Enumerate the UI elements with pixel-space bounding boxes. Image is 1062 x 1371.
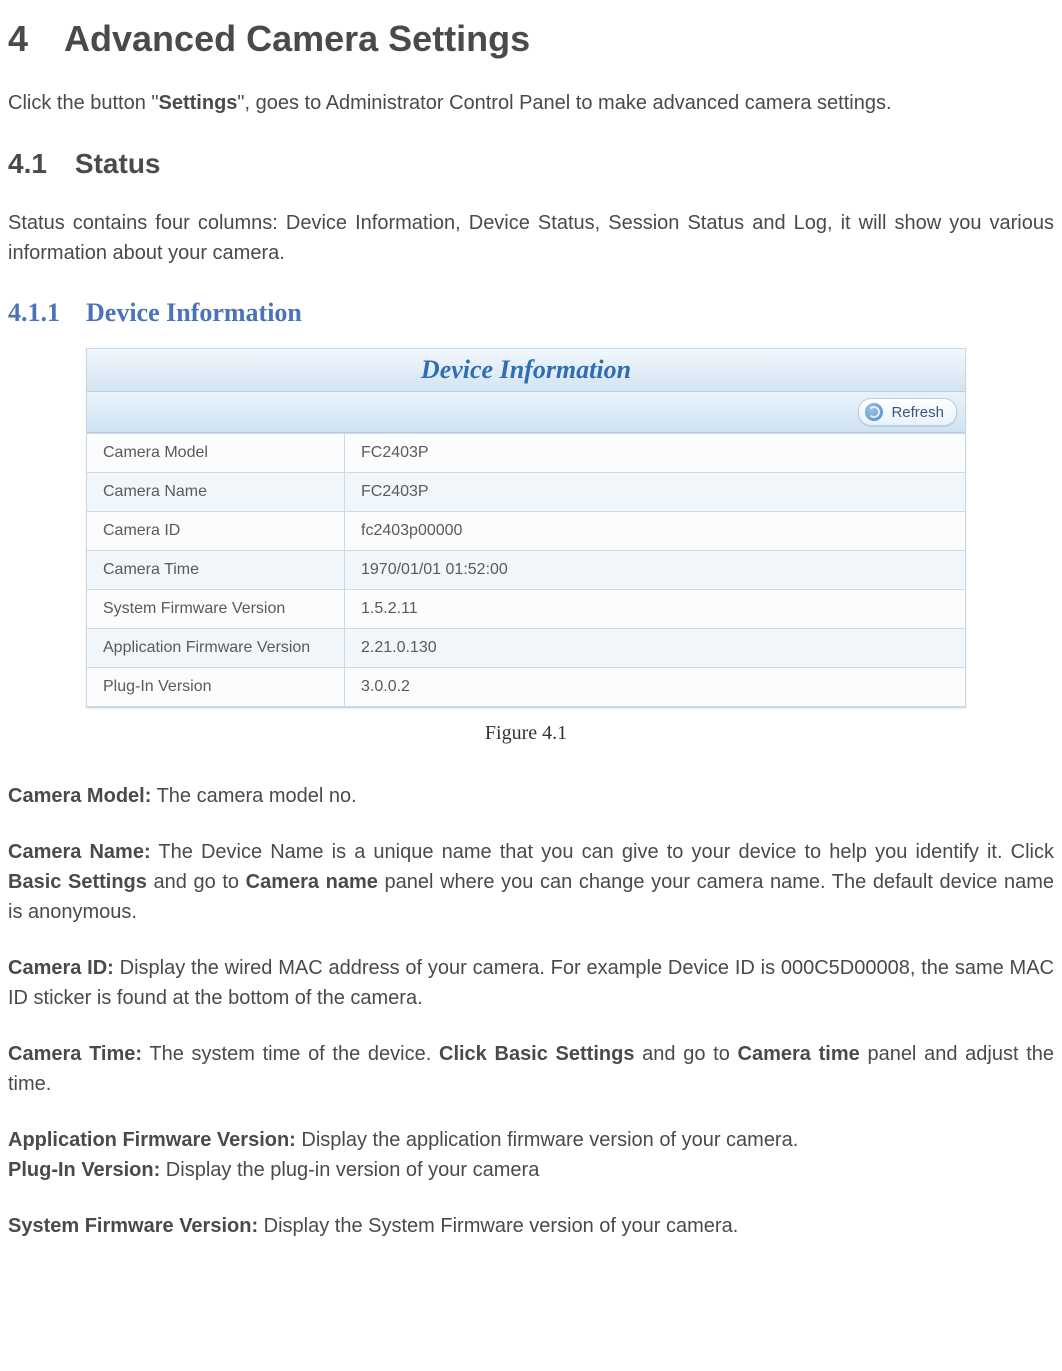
desc-camera-model: Camera Model: The camera model no. [8,781,1054,811]
desc-lead: Camera Model: [8,785,151,807]
desc-bold: Camera name [246,871,378,893]
row-label: Camera Model [87,434,345,473]
device-info-table: Camera ModelFC2403PCamera NameFC2403PCam… [87,433,965,707]
intro-settings-bold: Settings [159,92,238,114]
table-row: Camera NameFC2403P [87,473,965,512]
row-value: fc2403p00000 [345,512,966,551]
figure-caption: Figure 4.1 [86,722,966,745]
intro-paragraph: Click the button "Settings", goes to Adm… [8,88,1054,118]
panel-toolbar: Refresh [87,392,965,433]
intro-post: ", goes to Administrator Control Panel t… [237,92,891,114]
row-label: System Firmware Version [87,590,345,629]
table-row: Camera Time1970/01/01 01:52:00 [87,551,965,590]
desc-bold: Click Basic Settings [439,1043,634,1065]
desc-lead: Camera Time: [8,1043,142,1065]
desc-bold: Basic Settings [8,871,147,893]
row-label: Plug-In Version [87,668,345,707]
row-label: Application Firmware Version [87,629,345,668]
row-label: Camera ID [87,512,345,551]
desc-seg: and go to [147,871,246,893]
chapter-heading: 4 Advanced Camera Settings [8,18,1054,60]
desc-app-fw: Application Firmware Version: Display th… [8,1125,1054,1155]
row-value: FC2403P [345,473,966,512]
desc-seg: The system time of the device. [142,1043,439,1065]
desc-seg: The Device Name is a unique name that yo… [151,841,1054,863]
table-row: Camera ModelFC2403P [87,434,965,473]
row-value: 2.21.0.130 [345,629,966,668]
row-value: 1970/01/01 01:52:00 [345,551,966,590]
panel-title: Device Information [87,349,965,392]
row-label: Camera Time [87,551,345,590]
row-value: FC2403P [345,434,966,473]
desc-text: Display the plug-in version of your came… [160,1159,539,1181]
desc-camera-time: Camera Time: The system time of the devi… [8,1039,1054,1099]
table-row: Camera IDfc2403p00000 [87,512,965,551]
intro-pre: Click the button " [8,92,159,114]
desc-text: Display the System Firmware version of y… [258,1215,738,1237]
section-heading-status: 4.1 Status [8,148,1054,180]
device-info-panel: Device Information Refresh Camera ModelF… [86,348,966,708]
desc-lead: System Firmware Version: [8,1215,258,1237]
desc-text: The camera model no. [151,785,356,807]
desc-lead: Application Firmware Version: [8,1129,296,1151]
desc-sys-fw: System Firmware Version: Display the Sys… [8,1211,1054,1241]
table-row: Application Firmware Version2.21.0.130 [87,629,965,668]
desc-text: Display the application firmware version… [296,1129,798,1151]
desc-lead: Plug-In Version: [8,1159,160,1181]
desc-lead: Camera ID: [8,957,114,979]
refresh-label: Refresh [891,404,944,421]
row-label: Camera Name [87,473,345,512]
desc-plugin: Plug-In Version: Display the plug-in ver… [8,1155,1054,1185]
device-info-panel-wrapper: Device Information Refresh Camera ModelF… [86,348,966,745]
status-intro-paragraph: Status contains four columns: Device Inf… [8,208,1054,268]
refresh-icon [865,403,883,421]
subsection-heading-device-info: 4.1.1 Device Information [8,298,1054,328]
desc-lead: Camera Name: [8,841,151,863]
row-value: 1.5.2.11 [345,590,966,629]
desc-seg: and go to [634,1043,737,1065]
desc-camera-id: Camera ID: Display the wired MAC address… [8,953,1054,1013]
row-value: 3.0.0.2 [345,668,966,707]
desc-camera-name: Camera Name: The Device Name is a unique… [8,837,1054,927]
refresh-button[interactable]: Refresh [858,398,957,426]
table-row: System Firmware Version1.5.2.11 [87,590,965,629]
desc-bold: Camera time [738,1043,860,1065]
table-row: Plug-In Version3.0.0.2 [87,668,965,707]
desc-text: Display the wired MAC address of your ca… [8,957,1054,1009]
